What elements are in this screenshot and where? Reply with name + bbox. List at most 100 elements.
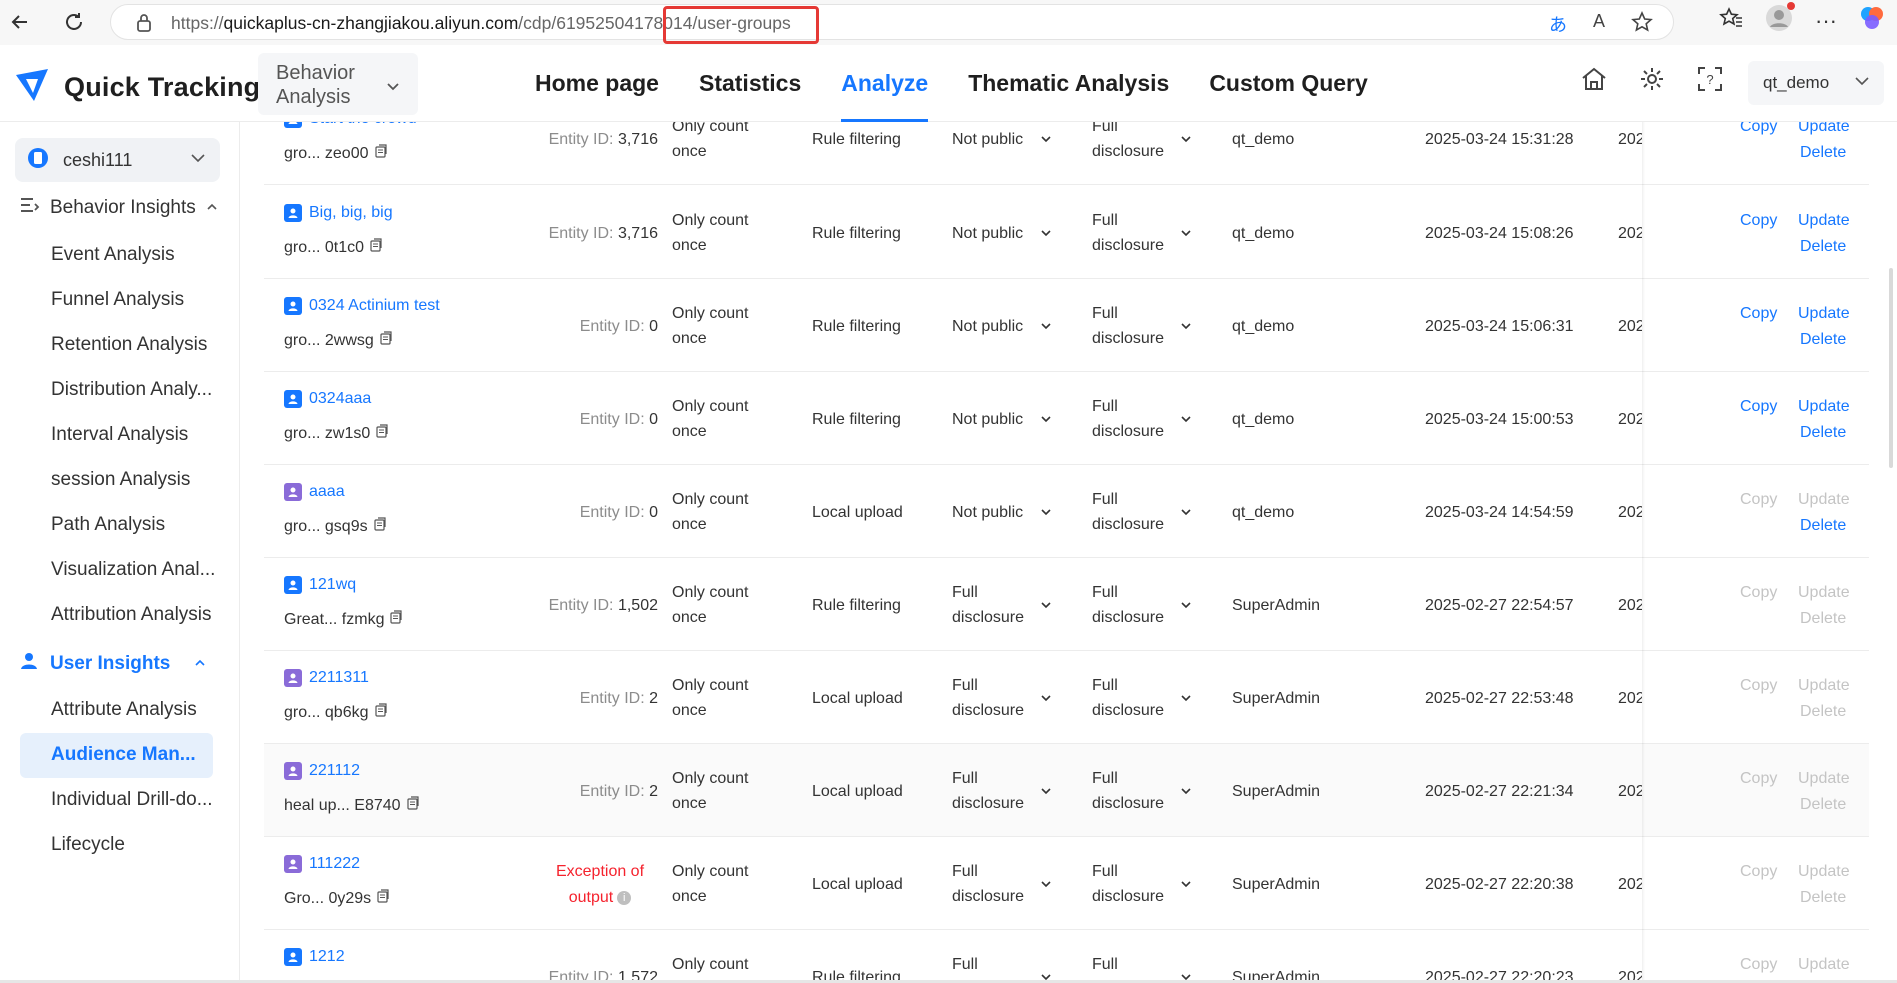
update-link[interactable]: Update <box>1798 122 1850 139</box>
copy-id-icon[interactable] <box>373 514 387 539</box>
logo[interactable]: Quick Tracking <box>14 67 260 108</box>
update-link[interactable]: Update <box>1798 208 1850 233</box>
delete-link[interactable]: Delete <box>1800 606 1846 631</box>
home-icon[interactable] <box>1580 65 1608 98</box>
copy-link[interactable]: Copy <box>1740 673 1777 698</box>
sidebar-item-distribution-analysis[interactable]: Distribution Analy... <box>51 379 212 401</box>
group-name-link[interactable]: 121wq <box>284 572 403 597</box>
copy-id-icon[interactable] <box>375 421 389 446</box>
group-id-line: Gro... 0y29s <box>284 886 390 911</box>
more-menu-icon[interactable]: ··· <box>1815 8 1837 34</box>
delete-link[interactable]: Delete <box>1800 792 1846 817</box>
product-switcher[interactable]: Behavior Analysis <box>258 53 418 115</box>
delete-link[interactable]: Delete <box>1800 140 1846 165</box>
nav-custom-query[interactable]: Custom Query <box>1209 45 1367 122</box>
sidebar-item-lifecycle[interactable]: Lifecycle <box>51 834 125 856</box>
copy-id-icon[interactable] <box>406 793 420 818</box>
copy-link[interactable]: Copy <box>1740 122 1777 139</box>
update-link[interactable]: Update <box>1798 394 1850 419</box>
delete-link[interactable]: Delete <box>1800 327 1846 352</box>
copy-link[interactable]: Copy <box>1740 208 1777 233</box>
update-link[interactable]: Update <box>1798 673 1850 698</box>
update-link[interactable]: Update <box>1798 859 1850 884</box>
translate-icon[interactable]: あ <box>1549 11 1567 38</box>
group-id-line: gro... 2wwsg <box>284 328 440 353</box>
sidebar-group-behavior-insights[interactable]: Behavior Insights <box>20 196 218 220</box>
vertical-scrollbar[interactable] <box>1889 268 1893 468</box>
refresh-icon[interactable] <box>56 4 92 40</box>
group-name: 0324aaa <box>309 390 372 407</box>
copy-link[interactable]: Copy <box>1740 487 1777 512</box>
copy-id-icon[interactable] <box>376 886 390 911</box>
delete-link[interactable]: Delete <box>1800 234 1846 259</box>
copy-id-icon[interactable] <box>379 328 393 353</box>
profile-avatar[interactable] <box>1765 2 1796 37</box>
copy-link[interactable]: Copy <box>1740 859 1777 884</box>
sidebar-item-path-analysis[interactable]: Path Analysis <box>51 514 165 536</box>
entity-id-label: Entity ID: <box>579 690 645 707</box>
copy-link[interactable]: Copy <box>1740 394 1777 419</box>
address-bar[interactable]: https://quickaplus-cn-zhangjiakou.aliyun… <box>110 4 1674 44</box>
gear-icon[interactable] <box>1638 65 1666 98</box>
copilot-icon[interactable] <box>1859 5 1885 36</box>
copy-id-icon[interactable] <box>369 235 383 260</box>
copy-link[interactable]: Copy <box>1740 580 1777 605</box>
nav-statistics[interactable]: Statistics <box>699 45 801 122</box>
exception-text: Exception of <box>555 863 645 880</box>
sidebar-item-individual-drill-down[interactable]: Individual Drill-do... <box>51 789 213 811</box>
sidebar-item-visualization-analysis[interactable]: Visualization Anal... <box>51 559 215 581</box>
delete-link[interactable]: Delete <box>1800 699 1846 724</box>
group-name-link[interactable]: 2211311 <box>284 665 388 690</box>
favorites-icon[interactable] <box>1719 6 1743 35</box>
update-link[interactable]: Update <box>1798 952 1850 977</box>
sidebar-item-attribution-analysis[interactable]: Attribution Analysis <box>51 604 212 626</box>
update-link[interactable]: Update <box>1798 580 1850 605</box>
sidebar-item-event-analysis[interactable]: Event Analysis <box>51 244 175 266</box>
delete-link[interactable]: Delete <box>1800 885 1846 910</box>
sidebar-group-user-insights[interactable]: User Insights <box>20 651 206 677</box>
nav-analyze[interactable]: Analyze <box>841 45 928 122</box>
sidebar-item-funnel-analysis[interactable]: Funnel Analysis <box>51 289 184 311</box>
entity-id: Entity ID: 3,716 <box>500 127 658 152</box>
back-icon[interactable] <box>2 4 38 40</box>
group-name-link[interactable]: Start the crowd <box>284 122 417 131</box>
copy-id-icon[interactable] <box>389 607 403 632</box>
sidebar-item-retention-analysis[interactable]: Retention Analysis <box>51 334 207 356</box>
count-method-text: Only count <box>672 770 749 787</box>
delete-link[interactable]: Delete <box>1800 420 1846 445</box>
sidebar-item-session-analysis[interactable]: session Analysis <box>51 469 190 491</box>
group-name-link[interactable]: 0324aaa <box>284 386 389 411</box>
user-select[interactable]: qt_demo <box>1748 61 1884 105</box>
group-name-link[interactable]: aaaa <box>284 479 387 504</box>
group-name-link[interactable]: Big, big, big <box>284 200 393 225</box>
info-icon[interactable]: i <box>617 890 632 905</box>
favorite-star-icon[interactable] <box>1631 11 1653 38</box>
count-method-text: once <box>672 888 707 905</box>
update-link[interactable]: Update <box>1798 487 1850 512</box>
nav-home-page[interactable]: Home page <box>535 45 659 122</box>
group-name-link[interactable]: 0324 Actinium test <box>284 293 440 318</box>
created-time: 2025-03-24 15:08:26 <box>1425 225 1574 242</box>
read-aloud-icon[interactable]: A <box>1593 11 1605 38</box>
group-name-link[interactable]: 1212 <box>284 944 345 969</box>
copy-link[interactable]: Copy <box>1740 952 1777 977</box>
entity-id: Entity ID: 2 <box>500 686 658 711</box>
sidebar-item-interval-analysis[interactable]: Interval Analysis <box>51 424 188 446</box>
project-select[interactable]: ceshi111 <box>15 138 220 182</box>
group-name-link[interactable]: 111222 <box>284 851 390 876</box>
chevron-down-icon <box>1180 877 1192 895</box>
copy-link[interactable]: Copy <box>1740 766 1777 791</box>
group-name-link[interactable]: 221112 <box>284 758 420 783</box>
copy-id-icon[interactable] <box>374 700 388 725</box>
help-scan-icon[interactable]: ? <box>1696 65 1724 98</box>
creation-method: Local upload <box>812 690 903 707</box>
update-link[interactable]: Update <box>1798 766 1850 791</box>
delete-link[interactable]: Delete <box>1800 513 1846 538</box>
nav-thematic-analysis[interactable]: Thematic Analysis <box>968 45 1169 122</box>
sidebar-item-attribute-analysis[interactable]: Attribute Analysis <box>51 699 197 721</box>
update-link[interactable]: Update <box>1798 301 1850 326</box>
sidebar-item-audience-management[interactable]: Audience Man... <box>51 744 196 766</box>
copy-id-icon[interactable] <box>374 141 388 166</box>
group-name-cell: Big, big, big gro... 0t1c0 <box>284 200 393 260</box>
copy-link[interactable]: Copy <box>1740 301 1777 326</box>
